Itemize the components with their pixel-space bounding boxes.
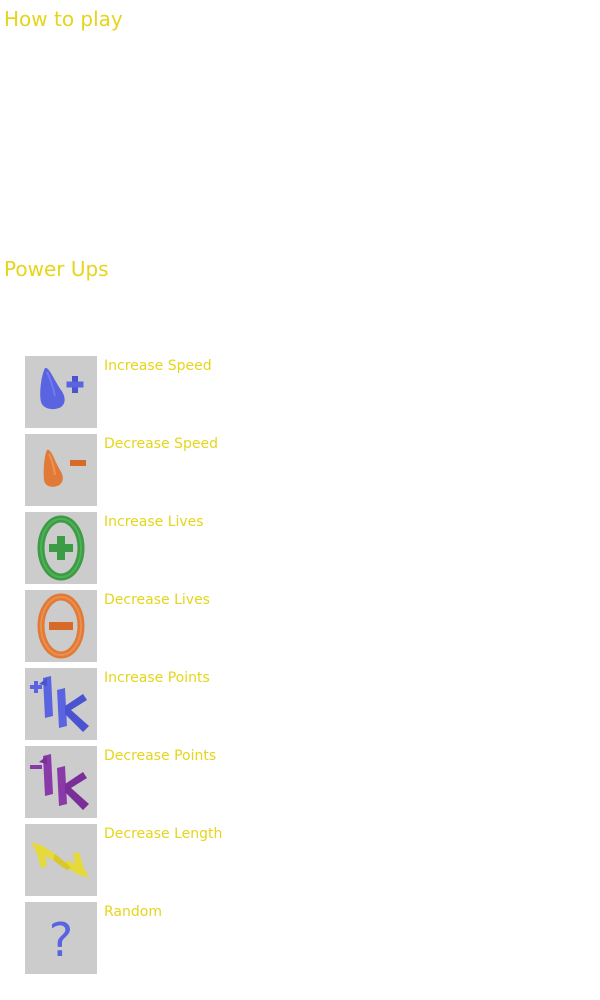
svg-text:?: ? <box>49 913 73 967</box>
yellow-arrows-icon <box>25 824 97 896</box>
power-ups-heading: Power Ups <box>4 257 109 281</box>
powerup-label: Increase Points <box>104 670 210 686</box>
powerup-label: Random <box>104 904 162 920</box>
powerup-label: Increase Lives <box>104 514 204 530</box>
how-to-play-heading: How to play <box>4 7 123 31</box>
how-to-play-page: How to play Power Ups Increase Speed Dec… <box>0 0 600 1000</box>
green-ring-plus-icon <box>25 512 97 584</box>
orange-ring-minus-icon <box>25 590 97 662</box>
purple-minus-1k-icon <box>25 746 97 818</box>
question-mark-icon: ? <box>25 902 97 974</box>
orange-speed-minus-icon <box>25 434 97 506</box>
powerup-label: Increase Speed <box>104 358 212 374</box>
powerup-label: Decrease Length <box>104 826 223 842</box>
powerup-label: Decrease Points <box>104 748 217 764</box>
powerup-label: Decrease Speed <box>104 436 218 452</box>
blue-speed-plus-icon <box>25 356 97 428</box>
blue-plus-1k-icon <box>25 668 97 740</box>
powerup-label: Decrease Lives <box>104 592 210 608</box>
